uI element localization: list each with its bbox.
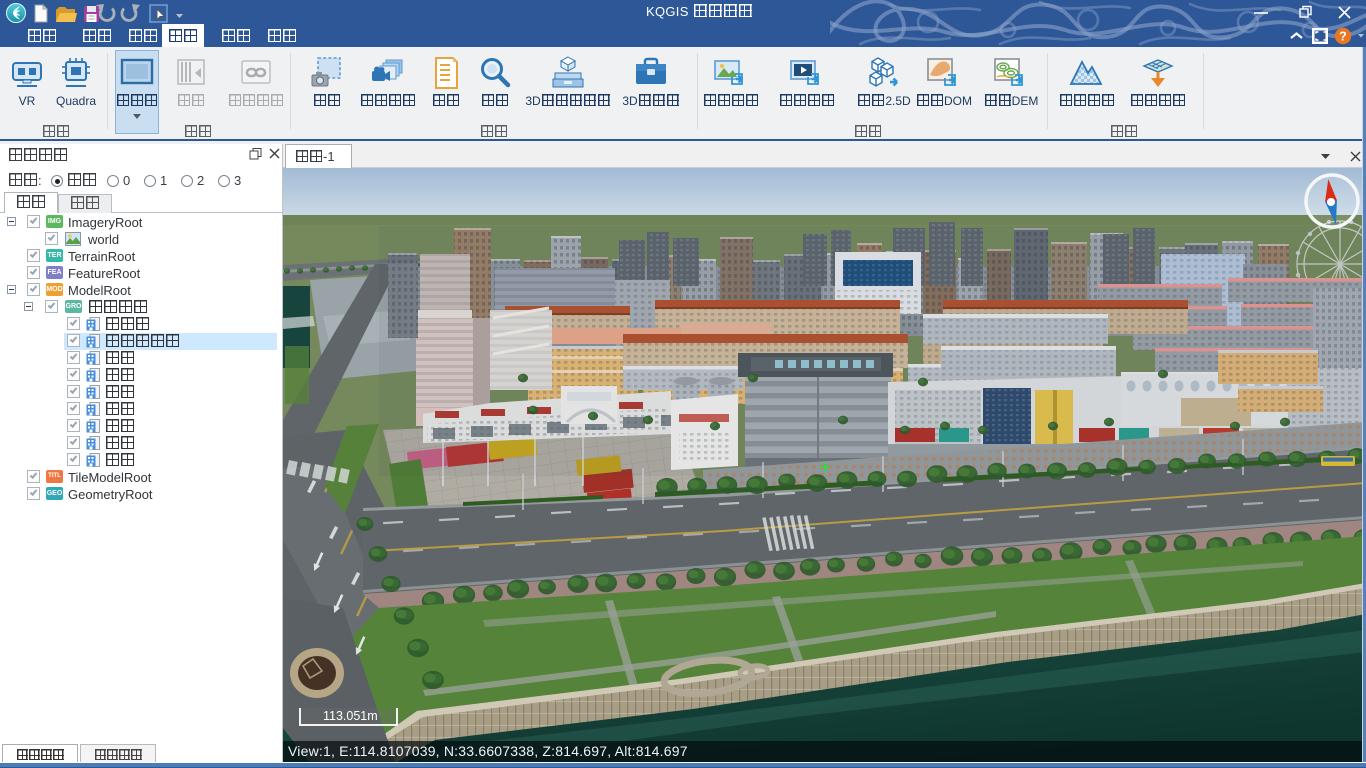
svg-text:?: ? xyxy=(1339,30,1347,44)
svg-text:113.051m: 113.051m xyxy=(323,709,378,723)
